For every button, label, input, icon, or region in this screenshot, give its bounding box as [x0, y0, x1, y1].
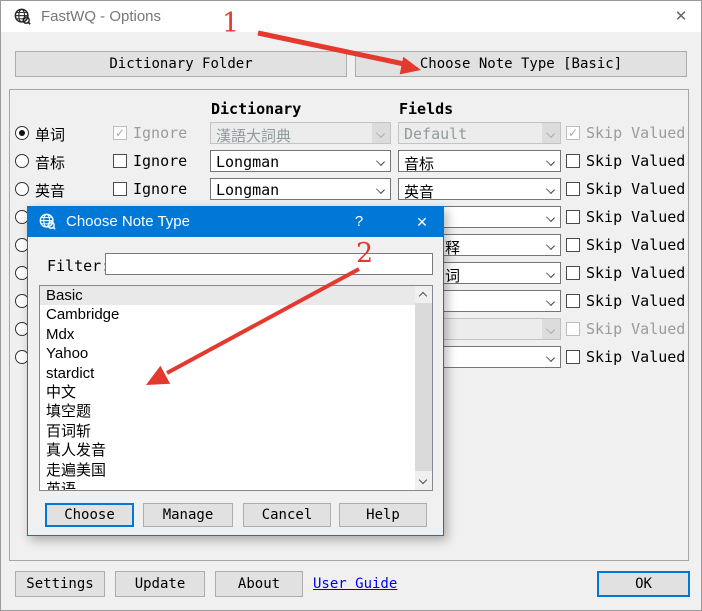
list-item[interactable]: 中文: [40, 383, 432, 402]
list-item[interactable]: 填空题: [40, 402, 432, 421]
note-type-list: Basic Cambridge Mdx Yahoo stardict 中文 填空…: [39, 285, 433, 491]
settings-button[interactable]: Settings: [15, 571, 105, 597]
list-item[interactable]: 百词斩: [40, 422, 432, 441]
list-item[interactable]: 英语: [40, 480, 432, 491]
list-item[interactable]: 真人发音: [40, 441, 432, 460]
filter-label: Filter:: [47, 257, 110, 275]
window-title: FastWQ - Options: [41, 8, 161, 25]
grid-row: 单词 ✓ Ignore 漢語大詞典 Default ✓ Skip Valued: [1, 119, 702, 147]
fields-column-header: Fields: [399, 100, 453, 118]
options-window: FastWQ - Options ✕ Dictionary Folder Cho…: [0, 0, 702, 611]
row-label: 音标: [35, 152, 65, 173]
phonetic-radio[interactable]: [15, 154, 29, 168]
scroll-up-icon[interactable]: [415, 286, 432, 303]
close-icon[interactable]: ✕: [405, 207, 439, 237]
filter-input[interactable]: [105, 253, 433, 275]
skip-valued-checkbox: ✓: [566, 322, 580, 336]
help-button[interactable]: Help: [339, 503, 427, 527]
grid-row: 英音 ✓ Ignore Longman 英音 ✓ Skip Valued: [1, 175, 702, 203]
skip-valued-checkbox[interactable]: ✓: [566, 266, 580, 280]
list-item[interactable]: Mdx: [40, 325, 432, 344]
word-radio[interactable]: [15, 126, 29, 140]
skip-valued-checkbox[interactable]: ✓: [566, 294, 580, 308]
list-scrollbar[interactable]: [415, 286, 432, 490]
fields-combobox[interactable]: 英音: [398, 178, 561, 200]
row-label: 单词: [35, 124, 65, 145]
skip-valued-checkbox[interactable]: ✓: [566, 210, 580, 224]
skip-valued-label: Skip Valued: [586, 320, 685, 338]
skip-valued-checkbox[interactable]: ✓: [566, 154, 580, 168]
choose-note-type-button[interactable]: Choose Note Type [Basic]: [355, 51, 687, 77]
ignore-checkbox[interactable]: ✓: [113, 154, 127, 168]
fastwq-globe-icon: [39, 213, 57, 231]
skip-valued-label: Skip Valued: [586, 208, 685, 226]
skip-valued-label: Skip Valued: [586, 264, 685, 282]
dictionary-column-header: Dictionary: [211, 100, 301, 118]
dictionary-folder-button[interactable]: Dictionary Folder: [15, 51, 347, 77]
ignore-checkbox: ✓: [113, 126, 127, 140]
choose-button[interactable]: Choose: [45, 503, 134, 527]
ignore-checkbox[interactable]: ✓: [113, 182, 127, 196]
scrollbar-thumb[interactable]: [415, 303, 432, 471]
scroll-down-icon[interactable]: [415, 473, 432, 490]
dictionary-combobox: 漢語大詞典: [210, 122, 391, 144]
uk-audio-radio[interactable]: [15, 182, 29, 196]
list-item[interactable]: Yahoo: [40, 344, 432, 363]
dialog-title: Choose Note Type: [66, 213, 190, 230]
skip-valued-checkbox: ✓: [566, 126, 580, 140]
user-guide-link[interactable]: User Guide: [313, 576, 397, 592]
list-item[interactable]: Basic: [40, 286, 432, 305]
title-bar: FastWQ - Options ✕: [1, 1, 701, 32]
skip-valued-label: Skip Valued: [586, 180, 685, 198]
skip-valued-label: Skip Valued: [586, 292, 685, 310]
fastwq-globe-icon: [14, 8, 32, 26]
ignore-label: Ignore: [133, 124, 187, 142]
skip-valued-label: Skip Valued: [586, 348, 685, 366]
skip-valued-label: Skip Valued: [586, 124, 685, 142]
close-icon[interactable]: ✕: [667, 5, 695, 29]
dictionary-combobox[interactable]: Longman: [210, 150, 391, 172]
dialog-title-bar: Choose Note Type ? ✕: [28, 207, 443, 237]
ignore-label: Ignore: [133, 152, 187, 170]
fields-combobox: Default: [398, 122, 561, 144]
list-item[interactable]: Cambridge: [40, 305, 432, 324]
about-button[interactable]: About: [215, 571, 303, 597]
list-item[interactable]: stardict: [40, 364, 432, 383]
manage-button[interactable]: Manage: [143, 503, 233, 527]
skip-valued-checkbox[interactable]: ✓: [566, 350, 580, 364]
help-icon[interactable]: ?: [344, 207, 374, 237]
ok-button[interactable]: OK: [597, 571, 690, 597]
skip-valued-label: Skip Valued: [586, 152, 685, 170]
skip-valued-checkbox[interactable]: ✓: [566, 182, 580, 196]
update-button[interactable]: Update: [115, 571, 205, 597]
grid-row: 音标 ✓ Ignore Longman 音标 ✓ Skip Valued: [1, 147, 702, 175]
choose-note-type-dialog: Choose Note Type ? ✕ Filter: Basic Cambr…: [27, 206, 444, 536]
fields-combobox[interactable]: 音标: [398, 150, 561, 172]
skip-valued-checkbox[interactable]: ✓: [566, 238, 580, 252]
list-item[interactable]: 走遍美国: [40, 461, 432, 480]
dictionary-combobox[interactable]: Longman: [210, 178, 391, 200]
cancel-button[interactable]: Cancel: [243, 503, 331, 527]
row-label: 英音: [35, 180, 65, 201]
ignore-label: Ignore: [133, 180, 187, 198]
skip-valued-label: Skip Valued: [586, 236, 685, 254]
